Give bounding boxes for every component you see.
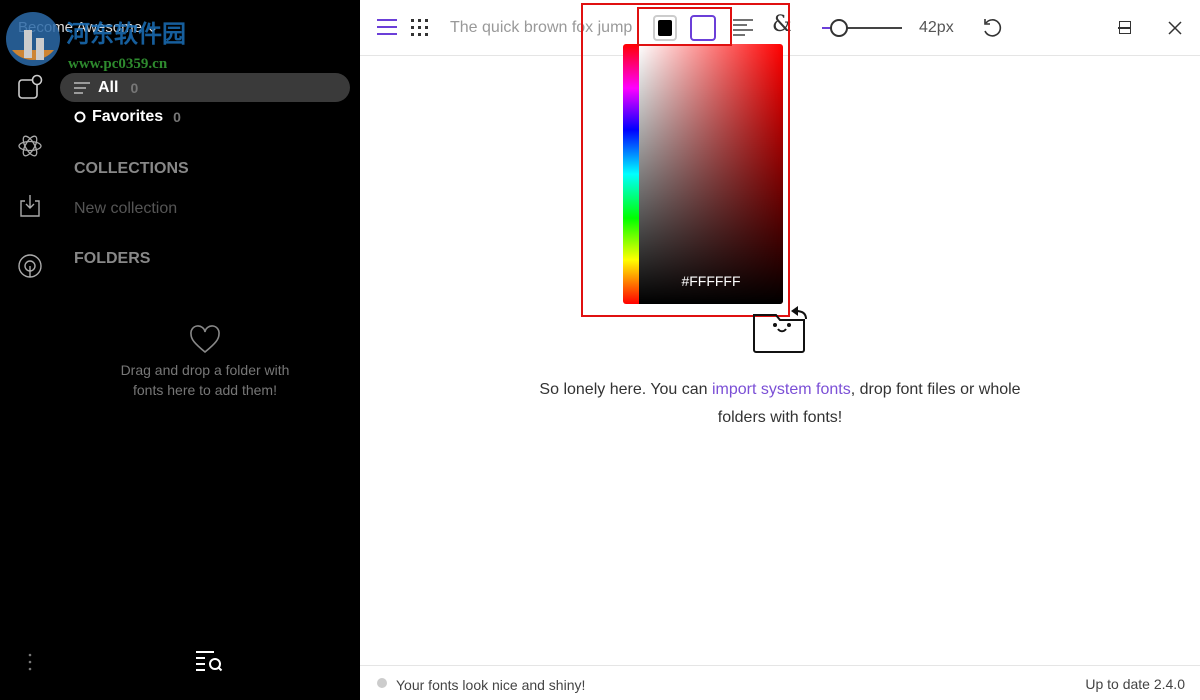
list-view-icon[interactable]: [377, 18, 397, 36]
font-size-slider[interactable]: [822, 19, 902, 37]
drop-hint-line2: fonts here to add them!: [133, 382, 277, 398]
account-menu[interactable]: Become Awesome ⌄: [18, 18, 159, 36]
version-status: Up to date 2.4.0: [1085, 676, 1185, 692]
all-label: All: [98, 78, 119, 96]
circle-icon: [74, 111, 86, 123]
sidebar-item-all[interactable]: All 0: [60, 73, 350, 102]
font-size-value: 42px: [919, 19, 954, 36]
folders-heading: FOLDERS: [74, 250, 151, 267]
collections-heading: COLLECTIONS: [74, 160, 189, 177]
sidebar-item-favorites[interactable]: Favorites 0: [74, 108, 181, 126]
maximize-button[interactable]: [1119, 21, 1131, 34]
sidebar: Become Awesome ⌄ All 0 Favorites 0 COLLECT…: [0, 0, 360, 700]
empty-text-pre: So lonely here. You can: [539, 381, 712, 398]
drop-hint: Drag and drop a folder with fonts here to…: [60, 360, 350, 400]
brand-label: Become Awesome: [18, 19, 142, 36]
empty-text-line2: folders with fonts!: [717, 409, 843, 426]
import-system-fonts-link[interactable]: import system fonts: [712, 381, 851, 398]
favorites-count: 0: [173, 109, 181, 125]
grid-view-icon[interactable]: [411, 19, 429, 37]
all-count: 0: [130, 79, 139, 96]
new-collection-button[interactable]: New collection: [74, 200, 177, 218]
status-message: Your fonts look nice and shiny!: [396, 677, 586, 693]
list-icon: [74, 81, 90, 94]
reset-icon[interactable]: [981, 17, 1003, 39]
slider-thumb[interactable]: [830, 19, 848, 37]
folder-smile-icon: [753, 306, 807, 353]
broadcast-icon[interactable]: [17, 253, 43, 279]
status-bar: Your fonts look nice and shiny! Up to da…: [360, 665, 1200, 700]
library-icon[interactable]: [17, 74, 43, 100]
highlight-box: [581, 3, 790, 317]
search-list-icon[interactable]: [195, 650, 225, 672]
import-icon[interactable]: [17, 193, 43, 219]
close-button[interactable]: [1168, 21, 1182, 35]
more-icon[interactable]: [27, 652, 33, 672]
empty-state-message: So lonely here. You can import system fo…: [500, 376, 1060, 432]
status-dot-icon: [377, 678, 387, 688]
heart-icon: [190, 325, 220, 354]
highlight-box-swatches: [637, 7, 732, 46]
drop-hint-line1: Drag and drop a folder with: [120, 362, 290, 378]
favorites-label: Favorites: [92, 108, 164, 125]
empty-text-post: , drop font files or whole: [850, 381, 1021, 398]
atom-icon[interactable]: [17, 133, 43, 159]
